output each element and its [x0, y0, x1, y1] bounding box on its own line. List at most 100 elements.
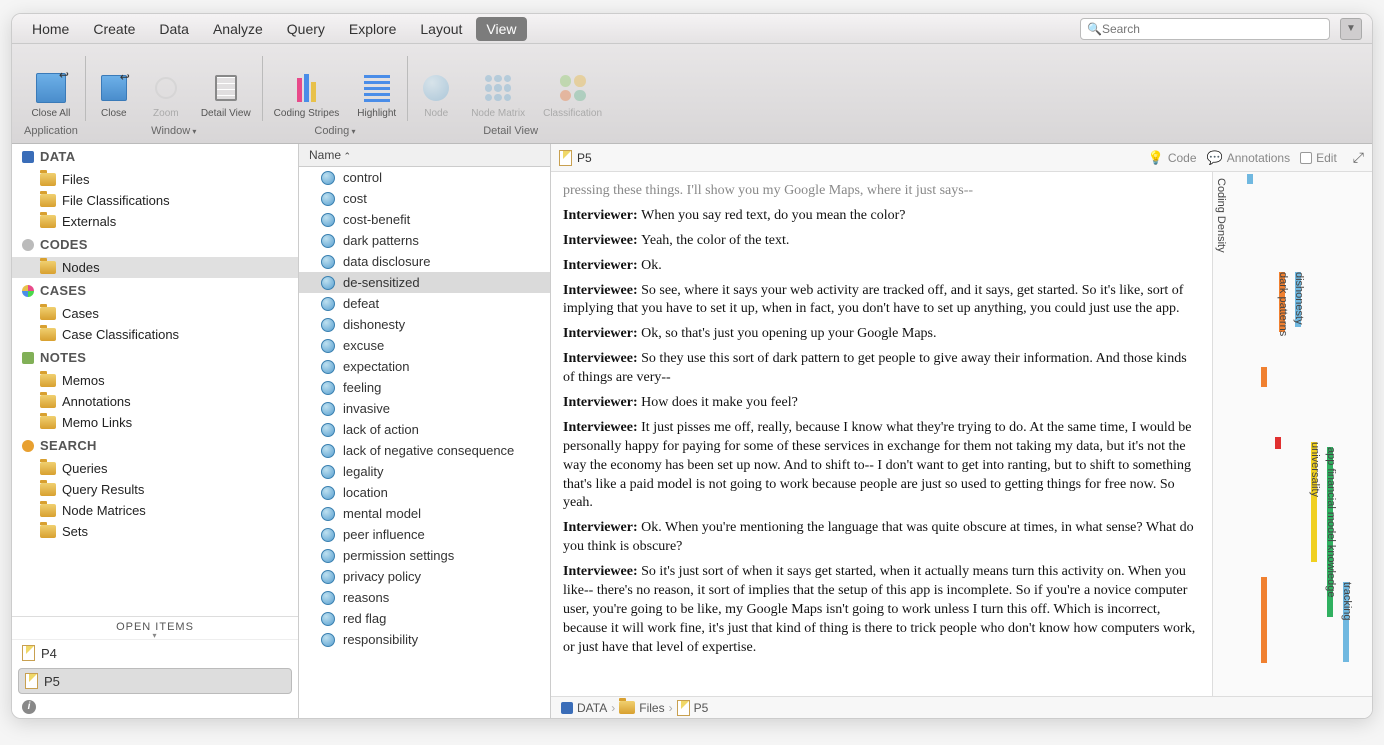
node-item[interactable]: mental model: [299, 503, 550, 524]
coding-stripe[interactable]: [1247, 174, 1253, 184]
node-item[interactable]: dishonesty: [299, 314, 550, 335]
open-item-p5[interactable]: P5: [18, 668, 292, 694]
node-item[interactable]: cost: [299, 188, 550, 209]
node-item[interactable]: data disclosure: [299, 251, 550, 272]
node-item[interactable]: defeat: [299, 293, 550, 314]
coding-stripe[interactable]: [1261, 367, 1267, 387]
nav-item-file-classifications[interactable]: File Classifications: [12, 190, 298, 211]
nav-item-query-results[interactable]: Query Results: [12, 479, 298, 500]
breadcrumb-item[interactable]: Files: [619, 701, 664, 715]
open-items-header[interactable]: OPEN ITEMS: [12, 616, 298, 639]
ribbon-close-button[interactable]: Close: [93, 69, 135, 121]
nav-item-externals[interactable]: Externals: [12, 211, 298, 232]
open-item-p4[interactable]: P4: [12, 639, 298, 666]
node-item[interactable]: invasive: [299, 398, 550, 419]
nav-section-cases[interactable]: CASES: [12, 278, 298, 303]
nav-item-queries[interactable]: Queries: [12, 458, 298, 479]
breadcrumb-item[interactable]: P5: [677, 700, 709, 716]
code-tool[interactable]: 💡Code: [1148, 150, 1197, 166]
nav-section-notes[interactable]: NOTES: [12, 345, 298, 370]
node-item[interactable]: privacy policy: [299, 566, 550, 587]
ribbon-detail-view-button[interactable]: Detail View: [197, 69, 255, 121]
transcript-line[interactable]: Interviewee: So see, where it says your …: [563, 282, 1200, 320]
search-dropdown[interactable]: ▼: [1340, 18, 1362, 40]
ribbon-group-detail-view: NodeNode MatrixClassificationDetail View: [411, 48, 610, 139]
coding-stripe[interactable]: [1261, 577, 1267, 663]
node-icon: [321, 528, 335, 542]
menu-home[interactable]: Home: [22, 17, 79, 41]
node-item[interactable]: expectation: [299, 356, 550, 377]
nav-item-node-matrices[interactable]: Node Matrices: [12, 500, 298, 521]
coding-stripe-label: app financial model knowledge: [1325, 447, 1337, 597]
transcript-line[interactable]: Interviewee: So they use this sort of da…: [563, 350, 1200, 388]
node-item[interactable]: peer influence: [299, 524, 550, 545]
nav-item-annotations[interactable]: Annotations: [12, 391, 298, 412]
speaker-label: Interviewee:: [563, 420, 641, 435]
nav-item-memo-links[interactable]: Memo Links: [12, 412, 298, 433]
menu-data[interactable]: Data: [149, 17, 199, 41]
node-item[interactable]: feeling: [299, 377, 550, 398]
annotations-tool[interactable]: 💬Annotations: [1207, 150, 1291, 166]
node-item[interactable]: responsibility: [299, 629, 550, 650]
menu-view[interactable]: View: [476, 17, 526, 41]
transcript-line[interactable]: Interviewee: So it's just sort of when i…: [563, 563, 1200, 657]
ribbon-coding-stripes-button[interactable]: Coding Stripes: [270, 69, 344, 121]
list-header[interactable]: Name: [299, 144, 550, 167]
search-box[interactable]: 🔍: [1080, 18, 1330, 40]
menu-layout[interactable]: Layout: [410, 17, 472, 41]
transcript-line[interactable]: pressing these things. I'll show you my …: [563, 182, 1200, 201]
node-item[interactable]: excuse: [299, 335, 550, 356]
transcript-line[interactable]: Interviewee: Yeah, the color of the text…: [563, 232, 1200, 251]
node-item[interactable]: reasons: [299, 587, 550, 608]
node-icon: [321, 402, 335, 416]
nav-item-memos[interactable]: Memos: [12, 370, 298, 391]
node-icon: [321, 360, 335, 374]
node-icon: [321, 381, 335, 395]
transcript-line[interactable]: Interviewee: It just pisses me off, real…: [563, 419, 1200, 513]
ribbon-highlight-button[interactable]: Highlight: [353, 69, 400, 121]
transcript-line[interactable]: Interviewer: Ok. When you're mentioning …: [563, 519, 1200, 557]
node-item[interactable]: control: [299, 167, 550, 188]
speaker-label: Interviewer:: [563, 520, 641, 535]
menu-analyze[interactable]: Analyze: [203, 17, 273, 41]
node-item[interactable]: legality: [299, 461, 550, 482]
breadcrumb-item[interactable]: DATA: [561, 701, 607, 715]
node-item[interactable]: red flag: [299, 608, 550, 629]
coding-stripe-label: dishonesty: [1293, 272, 1305, 325]
nav-item-case-classifications[interactable]: Case Classifications: [12, 324, 298, 345]
coding-stripe[interactable]: [1275, 437, 1281, 449]
nav-section-search[interactable]: SEARCH: [12, 433, 298, 458]
nav-section-codes[interactable]: CODES: [12, 232, 298, 257]
ribbon-close-all-button[interactable]: Close All: [27, 69, 74, 121]
nav-item-files[interactable]: Files: [12, 169, 298, 190]
menu-create[interactable]: Create: [83, 17, 145, 41]
node-item[interactable]: permission settings: [299, 545, 550, 566]
node-item[interactable]: location: [299, 482, 550, 503]
transcript-line[interactable]: Interviewer: Ok, so that's just you open…: [563, 325, 1200, 344]
edit-toggle[interactable]: Edit: [1300, 151, 1337, 165]
menu-query[interactable]: Query: [277, 17, 335, 41]
node-item[interactable]: lack of negative consequence: [299, 440, 550, 461]
menu-explore[interactable]: Explore: [339, 17, 406, 41]
node-matrix-icon: [481, 71, 515, 105]
search-input[interactable]: [1102, 22, 1323, 36]
coding-stripe-label: dark patterns: [1277, 272, 1289, 336]
nav-item-sets[interactable]: Sets: [12, 521, 298, 542]
speaker-label: Interviewee:: [563, 233, 641, 248]
node-item[interactable]: dark patterns: [299, 230, 550, 251]
node-item[interactable]: lack of action: [299, 419, 550, 440]
node-icon: [321, 549, 335, 563]
transcript-line[interactable]: Interviewer: How does it make you feel?: [563, 394, 1200, 413]
nav-item-nodes[interactable]: Nodes: [12, 257, 298, 278]
info-icon[interactable]: i: [22, 700, 36, 714]
transcript-line[interactable]: Interviewer: When you say red text, do y…: [563, 207, 1200, 226]
nav-section-data[interactable]: DATA: [12, 144, 298, 169]
nav-item-cases[interactable]: Cases: [12, 303, 298, 324]
expand-icon[interactable]: ⤢: [1353, 149, 1364, 166]
breadcrumb-icon: [561, 702, 573, 714]
transcript-line[interactable]: Interviewer: Ok.: [563, 257, 1200, 276]
column-name[interactable]: Name: [309, 148, 351, 162]
node-item[interactable]: cost-benefit: [299, 209, 550, 230]
node-item[interactable]: de-sensitized: [299, 272, 550, 293]
transcript[interactable]: pressing these things. I'll show you my …: [551, 172, 1212, 696]
